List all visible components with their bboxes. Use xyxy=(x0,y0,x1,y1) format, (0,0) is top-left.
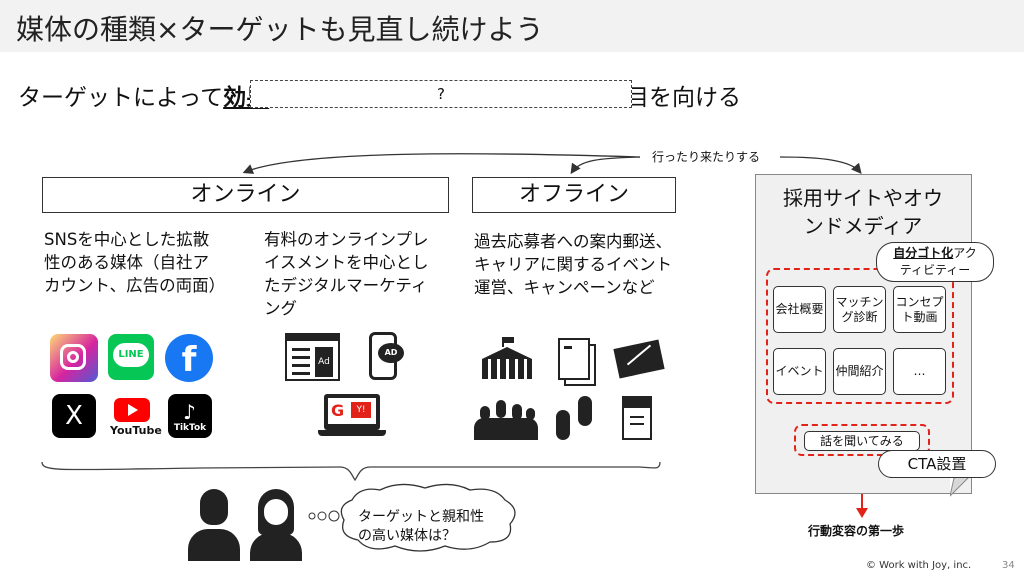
facebook-icon: f xyxy=(165,334,213,382)
documents-icon xyxy=(556,336,596,386)
owned-media-title: 採用サイトやオウ ンドメディア xyxy=(783,186,943,238)
offline-header: オフライン xyxy=(472,177,676,213)
curly-brace xyxy=(41,461,661,482)
crowd-icon xyxy=(474,398,538,440)
online-digital-text: 有料のオンラインプレイスメントを中心としたデジタルマーケティング xyxy=(264,230,429,318)
card-matching-test[interactable]: マッチング診断 xyxy=(833,286,886,333)
person-female-icon xyxy=(248,487,304,567)
persona-bubble-text: ターゲットと親和性 の高い媒体は？ xyxy=(358,509,484,544)
page-number: 34 xyxy=(1002,560,1015,571)
card-more[interactable]: … xyxy=(893,348,946,395)
mobile-ad-icon: AD xyxy=(369,332,404,380)
online-sns-text: SNSを中心とした拡散性のある媒体（自社アカウント、広告の両面） xyxy=(44,230,226,295)
behavior-change-label: 行動変容の第一歩 xyxy=(808,524,905,538)
web-ad-icon: Ad xyxy=(285,333,340,381)
person-male-icon xyxy=(186,487,242,567)
instagram-icon xyxy=(50,334,98,382)
footprints-icon xyxy=(552,392,598,444)
card-company-overview[interactable]: 会社概要 xyxy=(773,286,826,333)
booklet-icon xyxy=(622,396,652,440)
red-arrow-head xyxy=(856,508,868,518)
mail-icon xyxy=(610,338,670,382)
building-icon xyxy=(478,337,536,381)
x-icon: X xyxy=(52,394,96,438)
card-concept-video[interactable]: コンセプト動画 xyxy=(893,286,946,333)
card-event[interactable]: イベント xyxy=(773,348,826,395)
arrow-to-online xyxy=(242,153,641,174)
connector-label: 行ったり来たりする xyxy=(648,148,765,165)
search-ad-icon: G Y! xyxy=(318,394,386,440)
card-colleague-intro[interactable]: 仲間紹介 xyxy=(833,348,886,395)
tiktok-icon: ♪ TikTok xyxy=(168,394,212,438)
youtube-icon: YouTube xyxy=(110,396,162,440)
offline-text: 過去応募者への案内郵送、キャリアに関するイベント運営、キャンペーンなど xyxy=(474,232,672,297)
arrow-to-owned xyxy=(779,156,862,174)
copyright: © Work with Joy, inc. xyxy=(866,560,972,571)
arrow-to-offline xyxy=(570,156,641,175)
activity-bubble: 自分ゴト化アク ティビティー xyxy=(876,242,994,282)
online-header: オンライン xyxy=(42,177,449,213)
cta-label: CTA設置 xyxy=(878,450,996,478)
cta-button[interactable]: 話を聞いてみる xyxy=(804,431,920,451)
line-icon: LINE xyxy=(108,334,154,380)
